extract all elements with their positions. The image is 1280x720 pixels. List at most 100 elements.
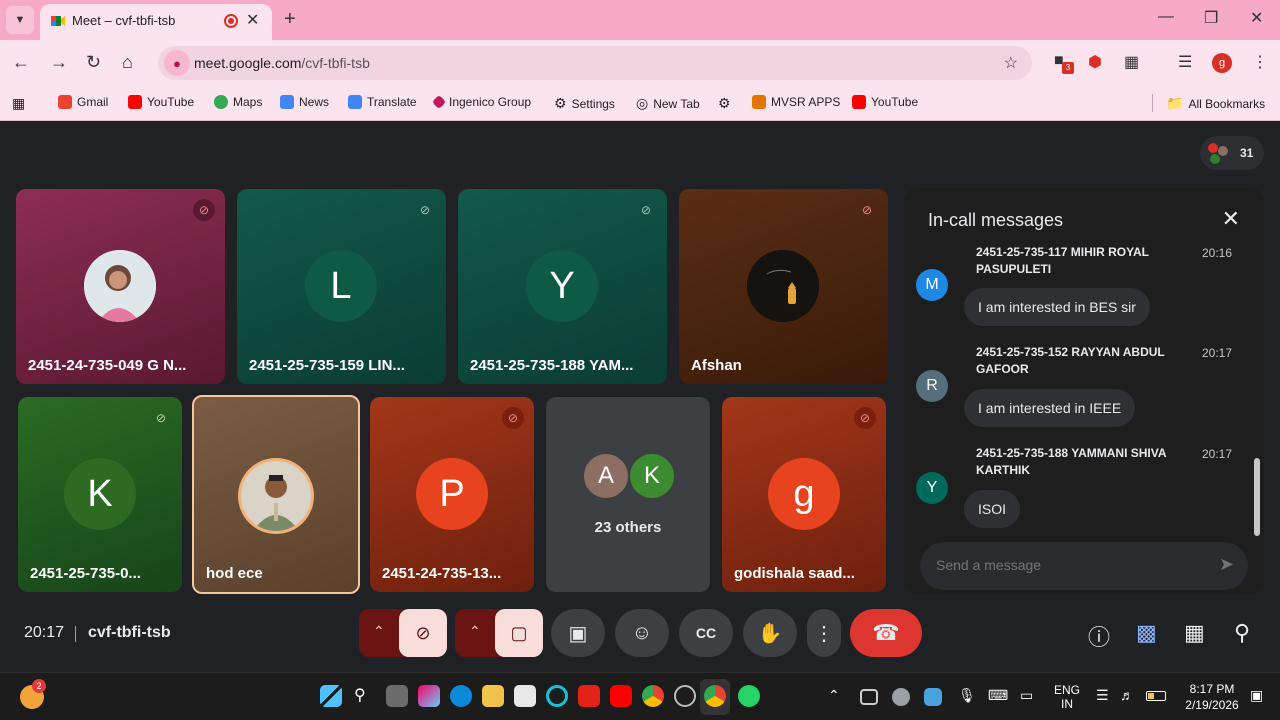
microphone-icon[interactable]: ● (164, 50, 190, 76)
keyboard-icon[interactable]: ⌨ (988, 687, 1008, 704)
menu-kebab-icon[interactable]: ⋮ (1252, 52, 1268, 72)
extensions-puzzle-icon[interactable]: ▦ (1124, 52, 1139, 72)
bookmark-new-tab[interactable]: ◎ New Tab (636, 95, 700, 112)
media-control-icon[interactable]: ☰ (1178, 52, 1192, 72)
meeting-details-icon[interactable]: ⓘ (1088, 620, 1110, 652)
participant-tile[interactable]: P ⊘ 2451-24-735-13... (370, 397, 534, 592)
file-explorer-icon[interactable] (482, 685, 504, 707)
forward-icon[interactable]: → (50, 52, 68, 73)
bookmark-gmail[interactable]: Gmail (58, 95, 108, 109)
mic-off-button[interactable]: ⊘ (399, 609, 447, 657)
others-tile[interactable]: A K 23 others (546, 397, 710, 592)
participant-mini-avatar (1218, 146, 1228, 156)
system-clock[interactable]: 8:17 PM 2/19/2026 (1176, 681, 1248, 713)
more-vert-icon: ⋮ (814, 622, 834, 645)
message-list[interactable]: M 2451-25-735-117 MIHIR ROYAL PASUPULETI… (904, 246, 1264, 532)
send-icon[interactable]: ➤ (1219, 554, 1234, 575)
host-controls-icon[interactable]: ⚲ (1234, 620, 1250, 646)
close-icon[interactable]: ✕ (246, 10, 259, 30)
reactions-button[interactable]: ☺ (615, 609, 669, 657)
notification-icon[interactable]: ▣ (1250, 687, 1263, 704)
onedrive-icon[interactable] (860, 689, 878, 705)
url-text[interactable]: meet.google.com/cvf-tbfi-tsb (194, 55, 370, 71)
bookmark-youtube-2[interactable]: YouTube (852, 95, 918, 109)
folder-icon: 📁 (1166, 95, 1184, 111)
bookmark-star-icon[interactable]: ☆ (1004, 53, 1018, 73)
participant-tile[interactable]: K ⊘ 2451-25-735-0... (18, 397, 182, 592)
bookmark-youtube[interactable]: YouTube (128, 95, 194, 109)
bookmark-gear[interactable]: ⚙ (718, 95, 731, 112)
participant-tile[interactable]: ⊘ 2451-24-735-049 G N... (16, 189, 225, 384)
participant-mini-avatar (1208, 143, 1218, 153)
apps-grid-icon[interactable]: ▦ (12, 95, 25, 112)
bookmark-settings[interactable]: ⚙ Settings (554, 95, 615, 112)
reload-icon[interactable]: ↻ (86, 52, 101, 73)
wps-icon[interactable] (578, 685, 600, 707)
bookmark-maps[interactable]: Maps (214, 95, 262, 109)
whatsapp-icon[interactable] (738, 685, 760, 707)
participant-tile[interactable]: L ⊘ 2451-25-735-159 LIN... (237, 189, 446, 384)
raise-hand-button[interactable]: ✋ (743, 609, 797, 657)
all-bookmarks[interactable]: 📁 All Bookmarks (1166, 95, 1265, 112)
search-icon[interactable]: ⚲ (354, 685, 376, 707)
participant-tile[interactable]: g ⊘ godishala saad... (722, 397, 886, 592)
wifi-icon[interactable]: ☰ (1096, 687, 1109, 704)
avatar: Y (526, 250, 598, 322)
home-icon[interactable]: ⌂ (122, 52, 133, 73)
camera-off-button[interactable]: ▢ (495, 609, 543, 657)
captions-button[interactable]: CC (679, 609, 733, 657)
avatar: K (628, 452, 676, 500)
chat-icon[interactable]: ▩ (1136, 620, 1157, 646)
alexa-icon[interactable] (546, 685, 568, 707)
display-icon[interactable]: ▭ (1020, 687, 1033, 704)
show-hidden-icons[interactable]: ⌃ (828, 687, 840, 704)
window-close-button[interactable]: ✕ (1250, 8, 1263, 28)
cloud-icon[interactable] (892, 688, 910, 706)
bookmark-translate[interactable]: Translate (348, 95, 417, 109)
bookmark-mvsr-apps[interactable]: MVSR APPS (752, 95, 840, 109)
chrome-icon[interactable] (642, 685, 664, 707)
chrome-profile-icon[interactable] (704, 685, 726, 707)
language-indicator[interactable]: ENG IN (1052, 683, 1082, 711)
volume-icon[interactable]: ♬ (1120, 687, 1134, 703)
copilot-icon[interactable] (418, 685, 440, 707)
mic-control-group: ⌃ ⊘ (359, 609, 447, 657)
battery-icon[interactable] (1146, 691, 1166, 701)
adblock-icon[interactable]: ⬢ (1088, 52, 1102, 72)
microphone-icon[interactable]: 🎙 (958, 687, 976, 704)
address-bar[interactable]: ● meet.google.com/cvf-tbfi-tsb ☆ (158, 46, 1032, 80)
participant-name: godishala saad... (734, 565, 855, 582)
leave-call-button[interactable]: ☎ (850, 609, 922, 657)
security-icon[interactable] (924, 688, 942, 706)
meet-stage: 31 ⊘ 2451-24-735-049 G N... L ⊘ 2451-25-… (0, 122, 1280, 672)
youtube-icon[interactable] (610, 685, 632, 707)
message-time: 20:16 (1201, 246, 1232, 260)
back-icon[interactable]: ← (12, 52, 30, 73)
task-view-icon[interactable] (386, 685, 408, 707)
bookmark-ingenico[interactable]: Ingenico Group (431, 94, 531, 110)
minimize-button[interactable]: — (1158, 8, 1174, 26)
participant-tile[interactable]: Y ⊘ 2451-25-735-188 YAM... (458, 189, 667, 384)
store-icon[interactable] (514, 685, 536, 707)
present-screen-button[interactable]: ▣ (551, 609, 605, 657)
tab-meet[interactable]: Meet – cvf-tbfi-tsb ✕ (40, 4, 272, 40)
camera-options-chevron-icon[interactable]: ⌃ (469, 623, 481, 640)
participant-tile-speaking[interactable]: hod ece (192, 395, 360, 594)
maximize-button[interactable]: ❐ (1204, 8, 1218, 28)
chatgpt-icon[interactable] (674, 685, 696, 707)
participant-tile[interactable]: ⊘ Afshan (679, 189, 888, 384)
edge-icon[interactable] (450, 685, 472, 707)
participants-button[interactable]: 31 (1200, 136, 1264, 170)
close-icon[interactable]: ✕ (1222, 206, 1240, 232)
message-input[interactable] (936, 557, 1117, 573)
profile-avatar[interactable]: g (1212, 53, 1232, 73)
bookmark-news[interactable]: News (280, 95, 329, 109)
mic-options-chevron-icon[interactable]: ⌃ (373, 623, 385, 640)
tab-search-button[interactable]: ▼ (6, 6, 34, 34)
new-tab-button[interactable]: + (284, 8, 296, 31)
chat-scrollbar[interactable] (1254, 458, 1260, 536)
activities-icon[interactable]: ▦ (1184, 620, 1205, 646)
muted-icon: ⊘ (155, 411, 167, 425)
more-options-button[interactable]: ⋮ (807, 609, 841, 657)
windows-start-icon[interactable] (320, 685, 342, 707)
